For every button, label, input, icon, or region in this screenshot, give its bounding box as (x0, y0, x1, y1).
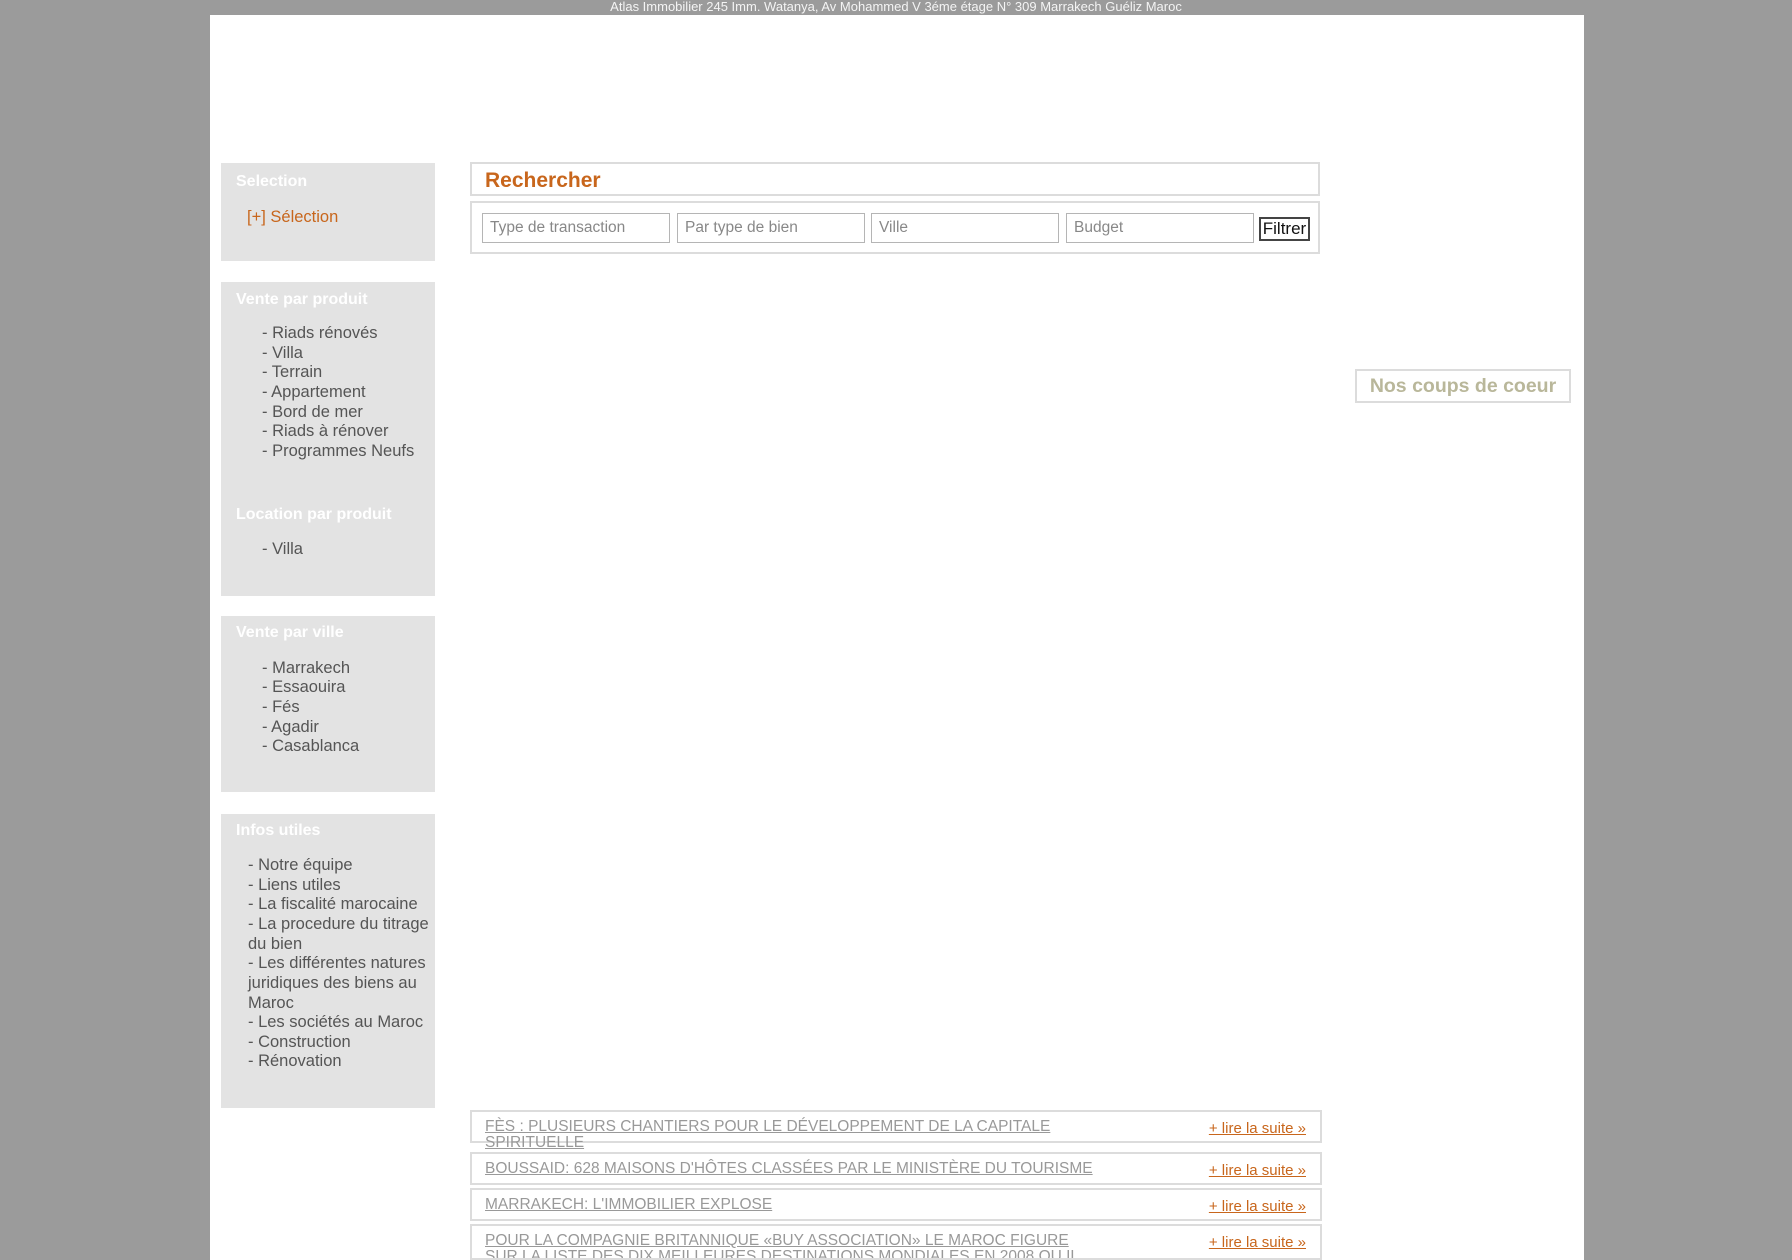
info-item-renovation[interactable]: - Rénovation (248, 1051, 342, 1071)
read-more-link[interactable]: + lire la suite » (1209, 1120, 1306, 1137)
search-header: Rechercher (470, 162, 1320, 196)
news-row: FÈS : PLUSIEURS CHANTIERS POUR LE DÉVELO… (470, 1110, 1322, 1151)
info-item-construction[interactable]: - Construction (248, 1032, 351, 1052)
city-item-marrakech[interactable]: - Marrakech (262, 658, 350, 678)
news-title-link[interactable]: MARRAKECH: L'IMMOBILIER EXPLOSE (485, 1197, 1105, 1213)
info-item-natures-juridiques[interactable]: - Les différentes natures juridiques des… (248, 953, 435, 1013)
vente-produit-title: Vente par produit (236, 291, 368, 308)
budget-input[interactable] (1066, 213, 1254, 243)
city-panel: Vente par ville - Marrakech - Essaouira … (221, 616, 435, 792)
transaction-type-input[interactable] (482, 213, 670, 243)
location-produit-title: Location par produit (236, 506, 392, 523)
product-item-programmes-neufs[interactable]: - Programmes Neufs (262, 441, 414, 461)
search-form: Filtrer (470, 201, 1320, 254)
property-type-input[interactable] (677, 213, 865, 243)
read-more-link[interactable]: + lire la suite » (1209, 1198, 1306, 1215)
product-item-riads-a-renover[interactable]: - Riads à rénover (262, 421, 389, 441)
info-item-fiscalite[interactable]: - La fiscalité marocaine (248, 894, 418, 914)
selection-link[interactable]: [+] Sélection (247, 207, 338, 227)
product-item-bord-de-mer[interactable]: - Bord de mer (262, 402, 363, 422)
page-container: Selection [+] Sélection Vente par produi… (210, 15, 1584, 1260)
city-item-agadir[interactable]: - Agadir (262, 717, 319, 737)
city-item-casablanca[interactable]: - Casablanca (262, 736, 359, 756)
read-more-link[interactable]: + lire la suite » (1209, 1234, 1306, 1251)
product-item-terrain[interactable]: - Terrain (262, 362, 322, 382)
product-panel: Vente par produit - Riads rénovés - Vill… (221, 282, 435, 596)
read-more-link[interactable]: + lire la suite » (1209, 1162, 1306, 1179)
infos-panel: Infos utiles - Notre équipe - Liens util… (221, 814, 435, 1108)
info-item-notre-equipe[interactable]: - Notre équipe (248, 855, 353, 875)
coups-de-coeur-title: Nos coups de coeur (1369, 375, 1557, 397)
news-title-link[interactable]: POUR LA COMPAGNIE BRITANNIQUE «BUY ASSOC… (485, 1233, 1105, 1259)
selection-panel: Selection [+] Sélection (221, 163, 435, 261)
info-item-societes[interactable]: - Les sociétés au Maroc (248, 1012, 423, 1032)
city-input[interactable] (871, 213, 1059, 243)
product-item-appartement[interactable]: - Appartement (262, 382, 366, 402)
infos-title: Infos utiles (236, 822, 321, 839)
news-row: MARRAKECH: L'IMMOBILIER EXPLOSE + lire l… (470, 1188, 1322, 1221)
news-title-link[interactable]: FÈS : PLUSIEURS CHANTIERS POUR LE DÉVELO… (485, 1119, 1105, 1151)
city-item-fes[interactable]: - Fés (262, 697, 300, 717)
header-address: Atlas Immobilier 245 Imm. Watanya, Av Mo… (610, 0, 1182, 14)
search-title: Rechercher (485, 169, 601, 192)
filter-button[interactable]: Filtrer (1259, 217, 1310, 241)
selection-title: Selection (236, 173, 308, 190)
product-item-villa[interactable]: - Villa (262, 343, 303, 363)
vente-ville-title: Vente par ville (236, 624, 344, 641)
info-item-titrage[interactable]: - La procedure du titrage du bien (248, 914, 435, 954)
info-item-liens-utiles[interactable]: - Liens utiles (248, 875, 341, 895)
product-item-riads-renoves[interactable]: - Riads rénovés (262, 323, 378, 343)
news-row: POUR LA COMPAGNIE BRITANNIQUE «BUY ASSOC… (470, 1224, 1322, 1260)
city-item-essaouira[interactable]: - Essaouira (262, 677, 345, 697)
news-title-link[interactable]: BOUSSAID: 628 MAISONS D'HÔTES CLASSÉES P… (485, 1161, 1105, 1177)
news-row: BOUSSAID: 628 MAISONS D'HÔTES CLASSÉES P… (470, 1152, 1322, 1185)
coups-de-coeur-box: Nos coups de coeur (1355, 369, 1571, 403)
location-item-villa[interactable]: - Villa (262, 539, 303, 559)
